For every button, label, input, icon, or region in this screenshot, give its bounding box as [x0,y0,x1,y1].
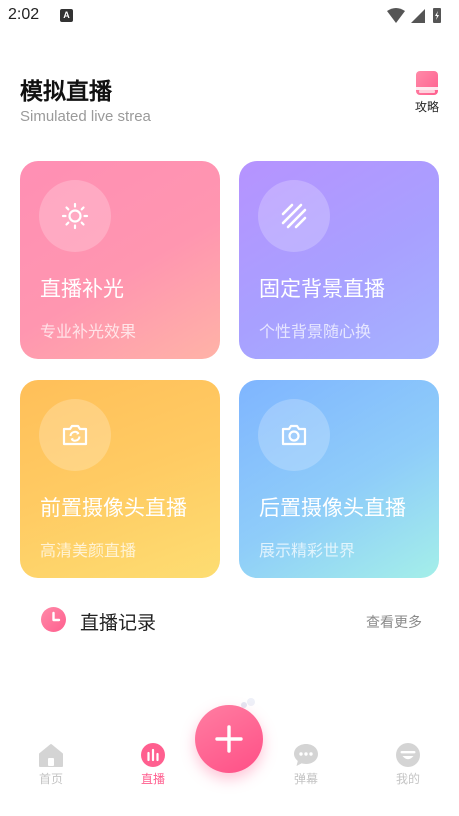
nav-label: 直播 [140,772,165,786]
add-live-button[interactable] [195,705,263,773]
card-fixed-background[interactable]: 固定背景直播 个性背景随心换 [239,161,439,359]
card-front-camera[interactable]: 前置摄像头直播 高清美颜直播 [20,380,220,578]
live-stats-icon [141,743,165,767]
profile-icon [396,743,420,767]
status-icons [387,8,441,23]
live-record-label: 直播记录 [80,612,157,634]
card-rear-camera[interactable]: 后置摄像头直播 展示精彩世界 [239,380,439,578]
card-title: 后置摄像头直播 [259,496,406,520]
chat-bubble-icon [294,744,318,766]
book-icon [416,71,438,95]
card-title: 固定背景直播 [259,277,385,301]
page-title: 模拟直播 [20,79,112,105]
see-more-link[interactable]: 查看更多 [366,612,422,632]
page-subtitle: Simulated live strea [20,108,151,125]
card-icon-circle [258,180,330,252]
nav-item-mine[interactable]: 我的 [378,742,438,787]
clock-icon [41,607,66,632]
card-icon-circle [258,399,330,471]
card-desc: 专业补光效果 [40,322,137,341]
guide-label: 攻略 [414,100,439,114]
nav-label: 弹幕 [293,772,318,786]
plus-icon [215,725,243,753]
home-icon [39,744,63,767]
camera-icon [281,424,307,446]
nav-label: 首页 [38,772,63,786]
signal-icon [411,9,425,23]
card-icon-circle [39,399,111,471]
card-desc: 个性背景随心换 [259,322,372,341]
card-title: 直播补光 [40,277,124,301]
nav-item-live[interactable]: 直播 [123,742,183,787]
camera-switch-icon [62,424,88,446]
nav-item-home[interactable]: 首页 [21,742,81,787]
card-title: 前置摄像头直播 [40,496,187,520]
stripes-icon [281,203,307,229]
sun-icon [61,202,89,230]
live-record-row: 直播记录 查看更多 [40,604,422,638]
nav-item-danmu[interactable]: 弹幕 [276,742,336,787]
nav-label: 我的 [395,772,420,786]
card-desc: 展示精彩世界 [259,541,356,560]
card-fill-light[interactable]: 直播补光 专业补光效果 [20,161,220,359]
guide-button[interactable]: 攻略 [408,70,446,115]
notification-badge-icon: A [60,9,73,22]
wifi-icon [387,8,405,23]
status-time: 2:02 [8,6,40,23]
card-desc: 高清美颜直播 [40,541,137,560]
card-icon-circle [39,180,111,252]
status-bar: 2:02 A [0,0,459,32]
